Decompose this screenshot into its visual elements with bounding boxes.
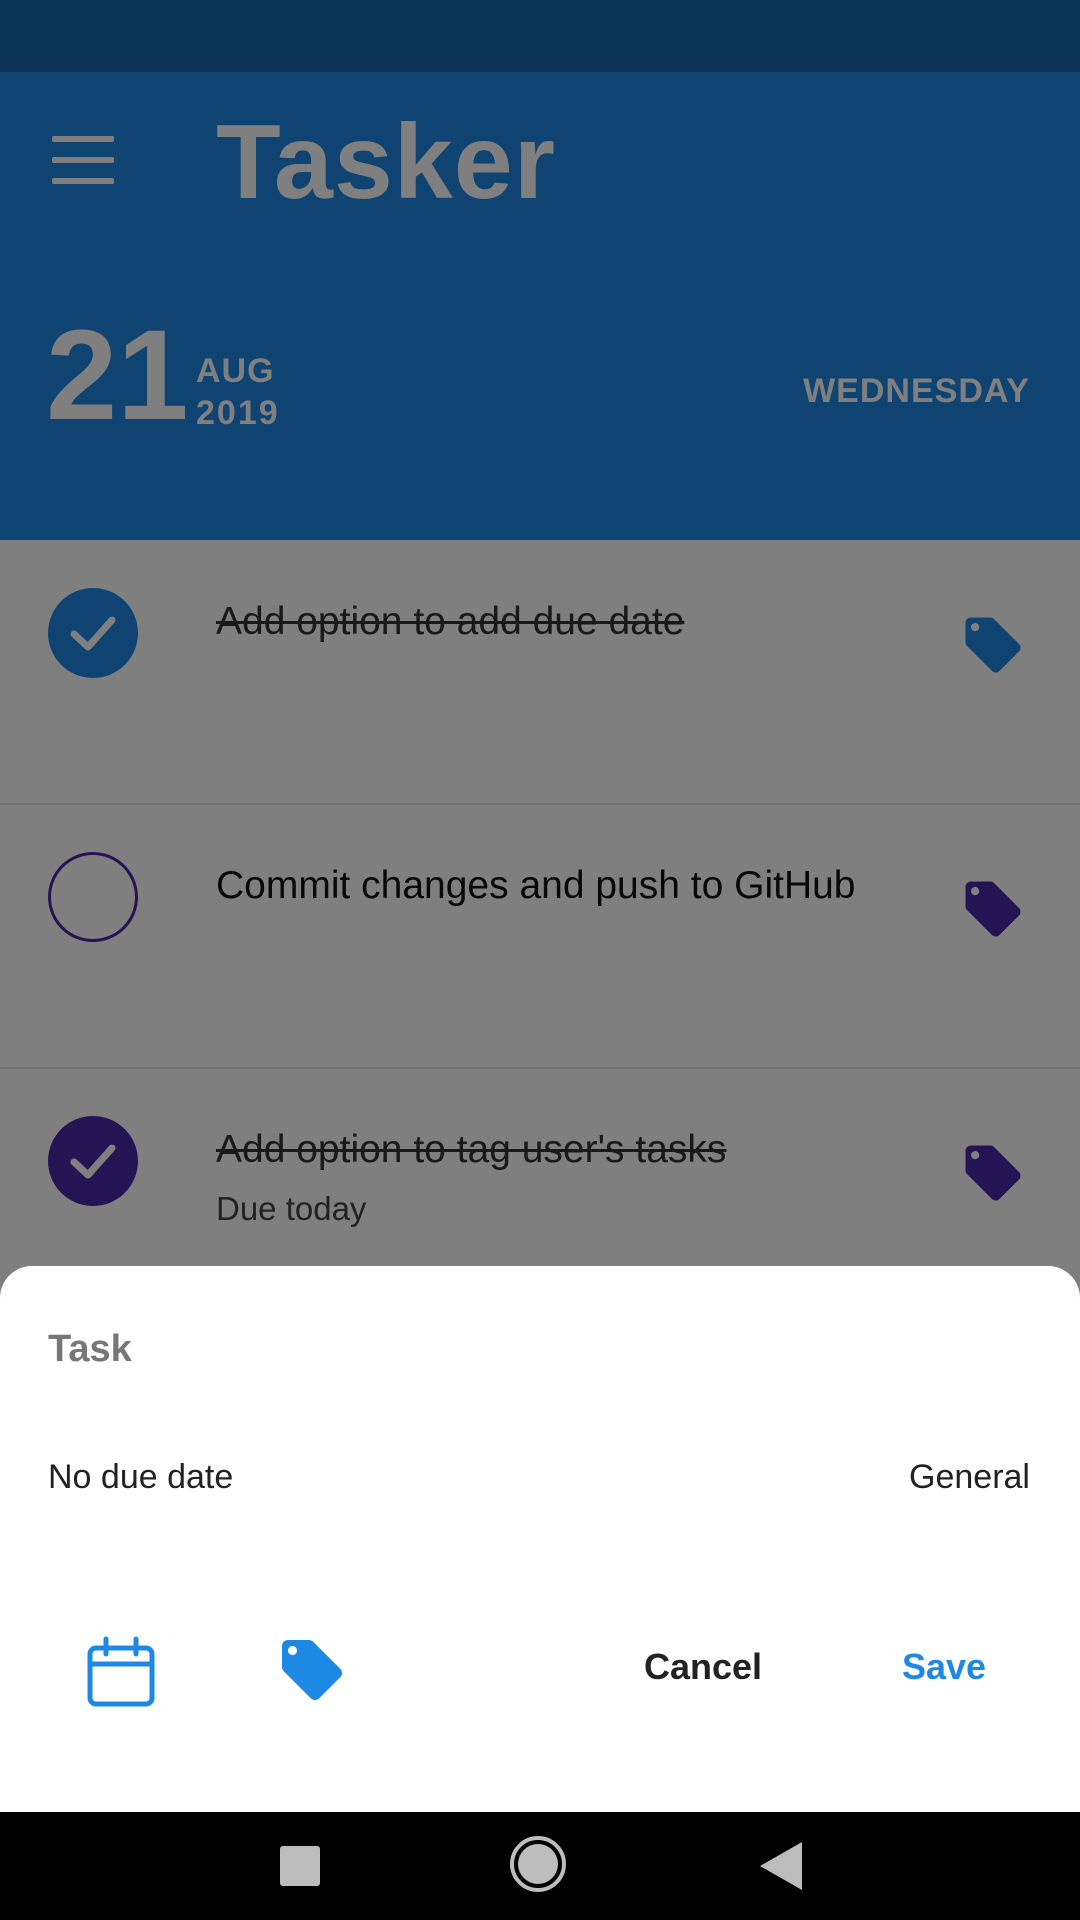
tag-icon[interactable] <box>276 1634 348 1706</box>
calendar-icon[interactable] <box>86 1636 156 1708</box>
task-bottom-sheet: Task No due date General Cancel Save <box>0 1266 1080 1812</box>
cancel-button[interactable]: Cancel <box>644 1646 762 1688</box>
back-triangle-icon[interactable] <box>756 1840 804 1897</box>
task-input[interactable]: Task <box>48 1328 132 1371</box>
save-button[interactable]: Save <box>902 1646 986 1688</box>
system-nav-bar <box>0 1812 1080 1920</box>
recents-square-icon[interactable] <box>280 1846 320 1886</box>
category-label: General <box>909 1458 1030 1496</box>
due-date-label: No due date <box>48 1458 234 1496</box>
home-circle-icon[interactable] <box>510 1836 566 1892</box>
